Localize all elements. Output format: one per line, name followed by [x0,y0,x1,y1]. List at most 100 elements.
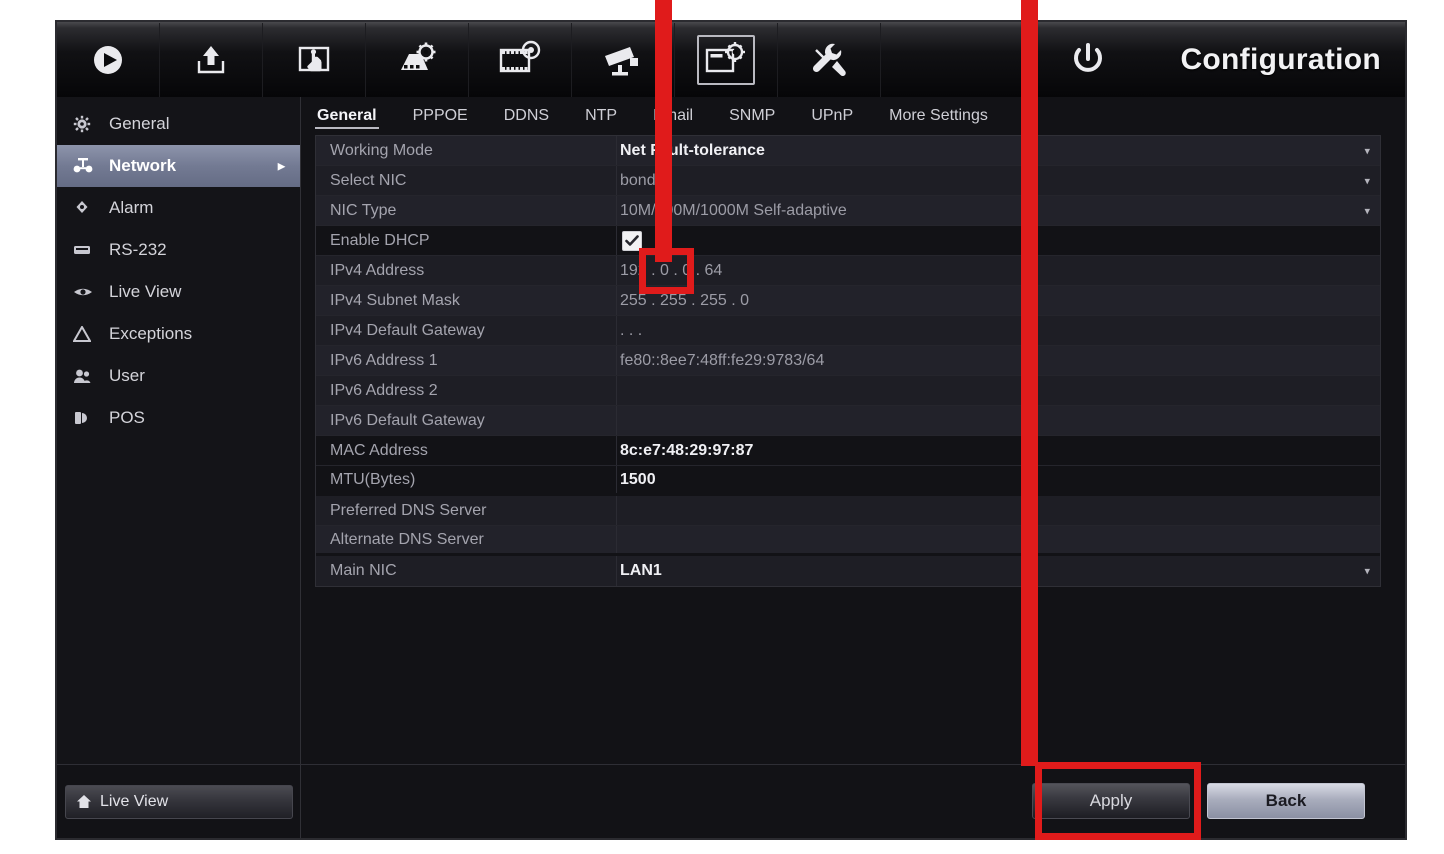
toolbar-item-hdd-settings[interactable] [366,22,469,97]
column-divider [616,376,617,405]
network-settings-form: Working Mode Net Fault-tolerance ▾ Selec… [315,135,1381,587]
select-nic-value[interactable]: bond0 [616,172,1380,190]
row-enable-dhcp[interactable]: Enable DHCP [316,226,1380,256]
toolbar-item-record-settings[interactable] [469,22,572,97]
ipv4-subnet-mask-value[interactable]: 255 . 255 . 255 . 0 [616,292,1380,310]
device-window: Configuration General Network ► Alarm RS… [55,20,1407,840]
warning-icon [73,326,99,342]
system-configuration-icon [697,34,755,85]
row-ipv4-subnet-mask[interactable]: IPv4 Subnet Mask 255 . 255 . 255 . 0 [316,286,1380,316]
main-nic-value[interactable]: LAN1 [616,562,1380,580]
chevron-right-icon: ► [275,158,288,174]
chevron-down-icon[interactable]: ▾ [1364,144,1370,157]
field-label: NIC Type [330,201,397,219]
tab-pppoe[interactable]: PPPOE [411,107,486,129]
sidebar: General Network ► Alarm RS-232 Live View… [57,97,301,769]
highlight-apply-button [1035,762,1201,840]
main-body: General Network ► Alarm RS-232 Live View… [57,97,1405,769]
column-divider [616,526,617,553]
toolbar-item-manual-record[interactable] [263,22,366,97]
field-label: Main NIC [330,562,397,579]
home-icon [76,794,92,809]
chevron-down-icon[interactable]: ▾ [1364,565,1370,578]
nic-type-value[interactable]: 10M/100M/1000M Self-adaptive [616,202,1380,220]
highlight-dhcp-checkbox [639,248,694,294]
chevron-down-icon[interactable]: ▾ [1364,174,1370,187]
power-icon[interactable] [1065,37,1111,83]
sidebar-item-label: Network [109,156,177,175]
row-preferred-dns-server[interactable]: Preferred DNS Server [316,496,1380,526]
footer-left-pane: Live View [57,765,301,838]
tab-bar: General PPPOE DDNS NTP Email SNMP UPnP M… [301,97,1405,129]
sidebar-item-pos[interactable]: POS [57,397,300,439]
ipv4-default-gateway-value[interactable]: . . . [616,322,1380,340]
checkmark-icon [625,234,639,246]
top-toolbar: Configuration [57,22,1405,98]
tab-snmp[interactable]: SNMP [727,107,793,129]
sidebar-item-exceptions[interactable]: Exceptions [57,313,300,355]
field-label: IPv4 Address [330,261,425,279]
pointer-line-to-apply-button [1021,0,1038,766]
tab-general[interactable]: General [315,107,395,129]
sidebar-item-general[interactable]: General [57,103,300,145]
field-label: IPv4 Subnet Mask [330,291,460,309]
row-ipv6-address-2[interactable]: IPv6 Address 2 [316,376,1380,406]
eye-icon [73,285,99,299]
gear-icon [73,115,99,133]
serial-port-icon [73,243,99,257]
user-icon [73,368,99,384]
content-panel: General PPPOE DDNS NTP Email SNMP UPnP M… [301,97,1405,769]
field-label: Working Mode [330,141,433,159]
row-alternate-dns-server[interactable]: Alternate DNS Server [316,526,1380,556]
row-mtu[interactable]: MTU(Bytes) 1500 [316,466,1380,496]
live-view-button[interactable]: Live View [65,784,293,819]
row-select-nic[interactable]: Select NIC bond0 ▾ [316,166,1380,196]
row-ipv4-default-gateway[interactable]: IPv4 Default Gateway . . . [316,316,1380,346]
sidebar-item-rs232[interactable]: RS-232 [57,229,300,271]
row-ipv6-default-gateway[interactable]: IPv6 Default Gateway [316,406,1380,436]
network-icon [73,158,99,174]
tab-upnp[interactable]: UPnP [809,107,871,129]
sidebar-item-live-view[interactable]: Live View [57,271,300,313]
sidebar-item-network[interactable]: Network ► [57,145,300,187]
tab-more-settings[interactable]: More Settings [887,107,1006,129]
row-nic-type[interactable]: NIC Type 10M/100M/1000M Self-adaptive ▾ [316,196,1380,226]
pointer-line-to-dhcp-checkbox [655,0,672,262]
sidebar-item-label: Exceptions [109,324,193,343]
back-button[interactable]: Back [1207,783,1365,819]
sidebar-item-alarm[interactable]: Alarm [57,187,300,229]
field-label: IPv4 Default Gateway [330,321,485,339]
toolbar-item-export[interactable] [160,22,263,97]
enable-dhcp-value [616,230,1380,251]
maintenance-icon [800,35,858,85]
tab-ntp[interactable]: NTP [583,107,635,129]
column-divider [616,496,617,525]
manual-record-icon [285,35,343,85]
field-label: IPv6 Address 1 [330,351,438,369]
tab-ddns[interactable]: DDNS [502,107,567,129]
toolbar-item-maintenance[interactable] [778,22,881,97]
field-label: MAC Address [330,441,428,459]
toolbar-item-playback[interactable] [57,22,160,97]
pos-icon [73,410,99,426]
field-label: IPv6 Address 2 [330,381,438,399]
sidebar-item-label: Live View [109,282,182,301]
hdd-settings-icon [388,35,446,85]
mtu-value[interactable]: 1500 [616,471,1380,489]
ipv4-address-value[interactable]: 192 . 0 . 0 . 64 [616,262,1380,280]
working-mode-value[interactable]: Net Fault-tolerance [616,142,1380,160]
sidebar-item-user[interactable]: User [57,355,300,397]
row-ipv4-address[interactable]: IPv4 Address 192 . 0 . 0 . 64 [316,256,1380,286]
sidebar-item-label: RS-232 [109,240,167,259]
export-icon [182,35,240,85]
sidebar-item-label: Alarm [109,198,154,217]
row-working-mode[interactable]: Working Mode Net Fault-tolerance ▾ [316,136,1380,166]
record-settings-icon [491,35,549,85]
row-main-nic[interactable]: Main NIC LAN1 ▾ [316,556,1380,586]
ipv6-address-1-value[interactable]: fe80::8ee7:48ff:fe29:9783/64 [616,352,1380,370]
alarm-bell-icon [73,199,99,217]
footer-bar: Live View Apply Back [57,764,1405,838]
chevron-down-icon[interactable]: ▾ [1364,204,1370,217]
toolbar-item-configuration[interactable] [675,22,778,97]
row-ipv6-address-1[interactable]: IPv6 Address 1 fe80::8ee7:48ff:fe29:9783… [316,346,1380,376]
